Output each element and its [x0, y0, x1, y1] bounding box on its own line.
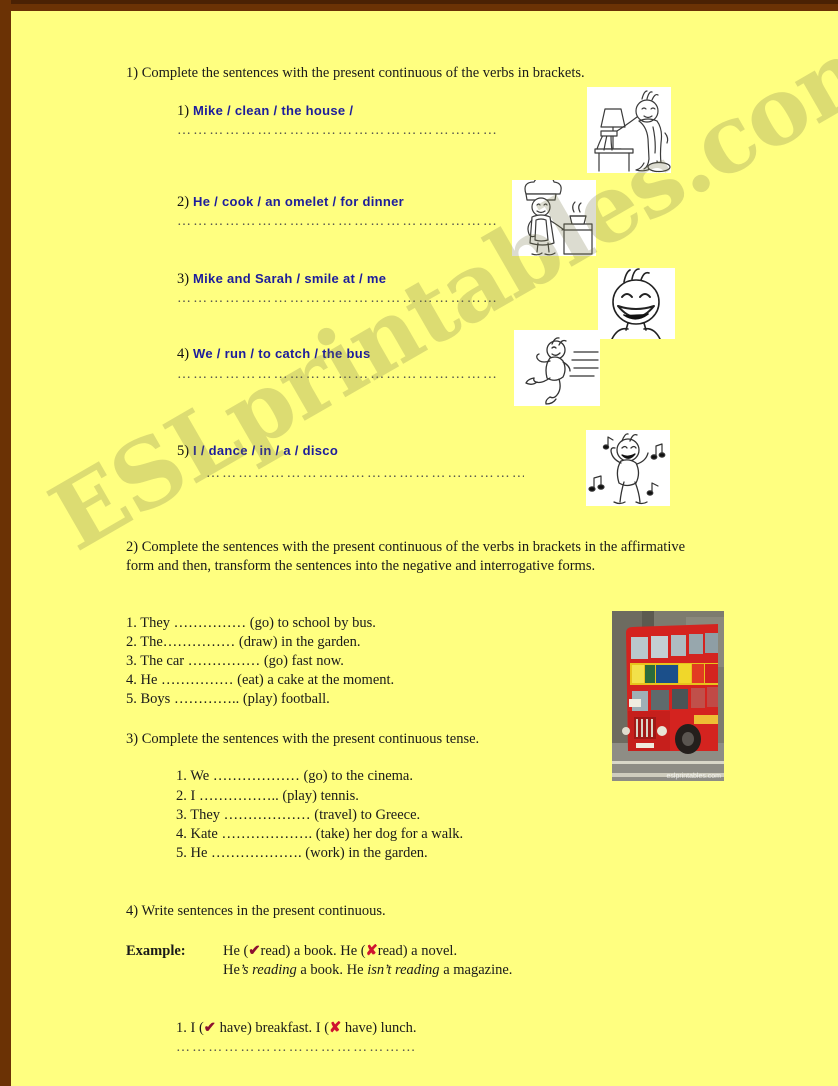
exercise1-item-5: 5) I / dance / in / a / disco — [177, 443, 338, 460]
exercise3-item-4[interactable]: 4. Kate ………………. (take) her dog for a wal… — [176, 826, 463, 843]
exercise1-answer-line-4[interactable]: …………………………………………………… — [177, 367, 497, 383]
exercise1-answer-line-3[interactable]: …………………………………………………… — [177, 291, 502, 307]
example2-italic-2: isn’t reading — [367, 962, 440, 978]
smiling-face-clipart — [598, 268, 675, 339]
item-number: 4) — [177, 346, 190, 362]
item-number: 3) — [177, 271, 190, 287]
cross-icon: ✘ — [329, 1020, 342, 1036]
item-number: 5) — [177, 443, 190, 459]
worksheet-page: ESLprintables.com 1) Complete the senten… — [0, 0, 838, 1086]
example-text-c: read) a novel. — [377, 943, 458, 959]
exercise3-instruction: 3) Complete the sentences with the prese… — [126, 731, 480, 747]
exercise1-answer-line-5[interactable]: …………………………………………………… — [206, 466, 524, 482]
exercise2-item-4[interactable]: 4. He …………… (eat) a cake at the moment. — [126, 672, 394, 689]
example2-text-b: a book. He — [300, 962, 364, 978]
exercise4-example-line-2: He’s reading a book. He isn’t reading a … — [223, 962, 512, 979]
item-number: 2) — [177, 194, 190, 210]
check-icon: ✔ — [203, 1020, 216, 1036]
exercise4-example-line-1: He (✔read) a book. He (✘read) a novel. — [223, 943, 457, 960]
item1-text-c: have) lunch. — [341, 1020, 417, 1036]
item-prompt: I / dance / in / a / disco — [193, 443, 339, 458]
exercise1-item-1: 1) Mike / clean / the house / — [177, 103, 353, 120]
exercise1-item-3: 3) Mike and Sarah / smile at / me — [177, 271, 386, 288]
exercise2-item-5[interactable]: 5. Boys ………….. (play) football. — [126, 691, 330, 708]
item-prompt: Mike and Sarah / smile at / me — [193, 271, 387, 286]
exercise3-item-3[interactable]: 3. They ……………… (travel) to Greece. — [176, 807, 420, 824]
running-person-clipart — [514, 330, 600, 406]
item-prompt: We / run / to catch / the bus — [193, 346, 371, 361]
exercise2-item-2[interactable]: 2. The…………… (draw) in the garden. — [126, 634, 361, 651]
item-number: 1) — [177, 103, 190, 119]
page-frame-top-highlight — [0, 0, 838, 4]
page-frame-left — [0, 0, 11, 1086]
exercise3-item-2[interactable]: 2. I …………….. (play) tennis. — [176, 788, 359, 805]
cleaning-house-clipart — [587, 87, 671, 173]
exercise1-answer-line-1[interactable]: …………………………………………………… — [177, 123, 502, 139]
item1-text-a: 1. I ( — [176, 1020, 204, 1036]
exercise2-item-3[interactable]: 3. The car …………… (go) fast now. — [126, 653, 344, 670]
exercise2-item-1[interactable]: 1. They …………… (go) to school by bus. — [126, 615, 376, 632]
exercise1-item-2: 2) He / cook / an omelet / for dinner — [177, 194, 404, 211]
example2-text-a: He — [223, 962, 240, 978]
example-text-a: He ( — [223, 943, 249, 959]
photo-credit: eslprintables.com — [666, 773, 721, 780]
example2-italic-1: ’s reading — [239, 962, 297, 978]
exercise1-answer-line-2[interactable]: …………………………………………………… — [177, 214, 499, 230]
exercise4-example-label: Example: — [126, 943, 186, 959]
london-double-decker-bus-photo: eslprintables.com — [612, 611, 724, 781]
example2-text-c: a magazine. — [443, 962, 513, 978]
cross-icon: ✘ — [365, 943, 378, 959]
check-icon: ✔ — [248, 943, 261, 959]
cooking-chef-clipart — [512, 180, 596, 256]
exercise1-instruction: 1) Complete the sentences with the prese… — [126, 65, 585, 81]
exercise4-item-1: 1. I (✔ have) breakfast. I (✘ have) lunc… — [176, 1020, 417, 1037]
exercise3-item-1[interactable]: 1. We ……………… (go) to the cinema. — [176, 768, 413, 785]
item-prompt: Mike / clean / the house / — [193, 103, 354, 118]
exercise2-instruction: 2) Complete the sentences with the prese… — [126, 539, 686, 575]
exercise4-answer-line-1[interactable]: ……………………………………… — [176, 1040, 438, 1056]
exercise3-item-5[interactable]: 5. He ………………. (work) in the garden. — [176, 845, 428, 862]
exercise1-item-4: 4) We / run / to catch / the bus — [177, 346, 371, 363]
exercise4-instruction: 4) Write sentences in the present contin… — [126, 903, 386, 919]
example-text-b: read) a book. He ( — [260, 943, 366, 959]
item1-text-b: have) breakfast. I ( — [215, 1020, 330, 1036]
item-prompt: He / cook / an omelet / for dinner — [193, 194, 405, 209]
dancing-person-clipart — [586, 430, 670, 506]
